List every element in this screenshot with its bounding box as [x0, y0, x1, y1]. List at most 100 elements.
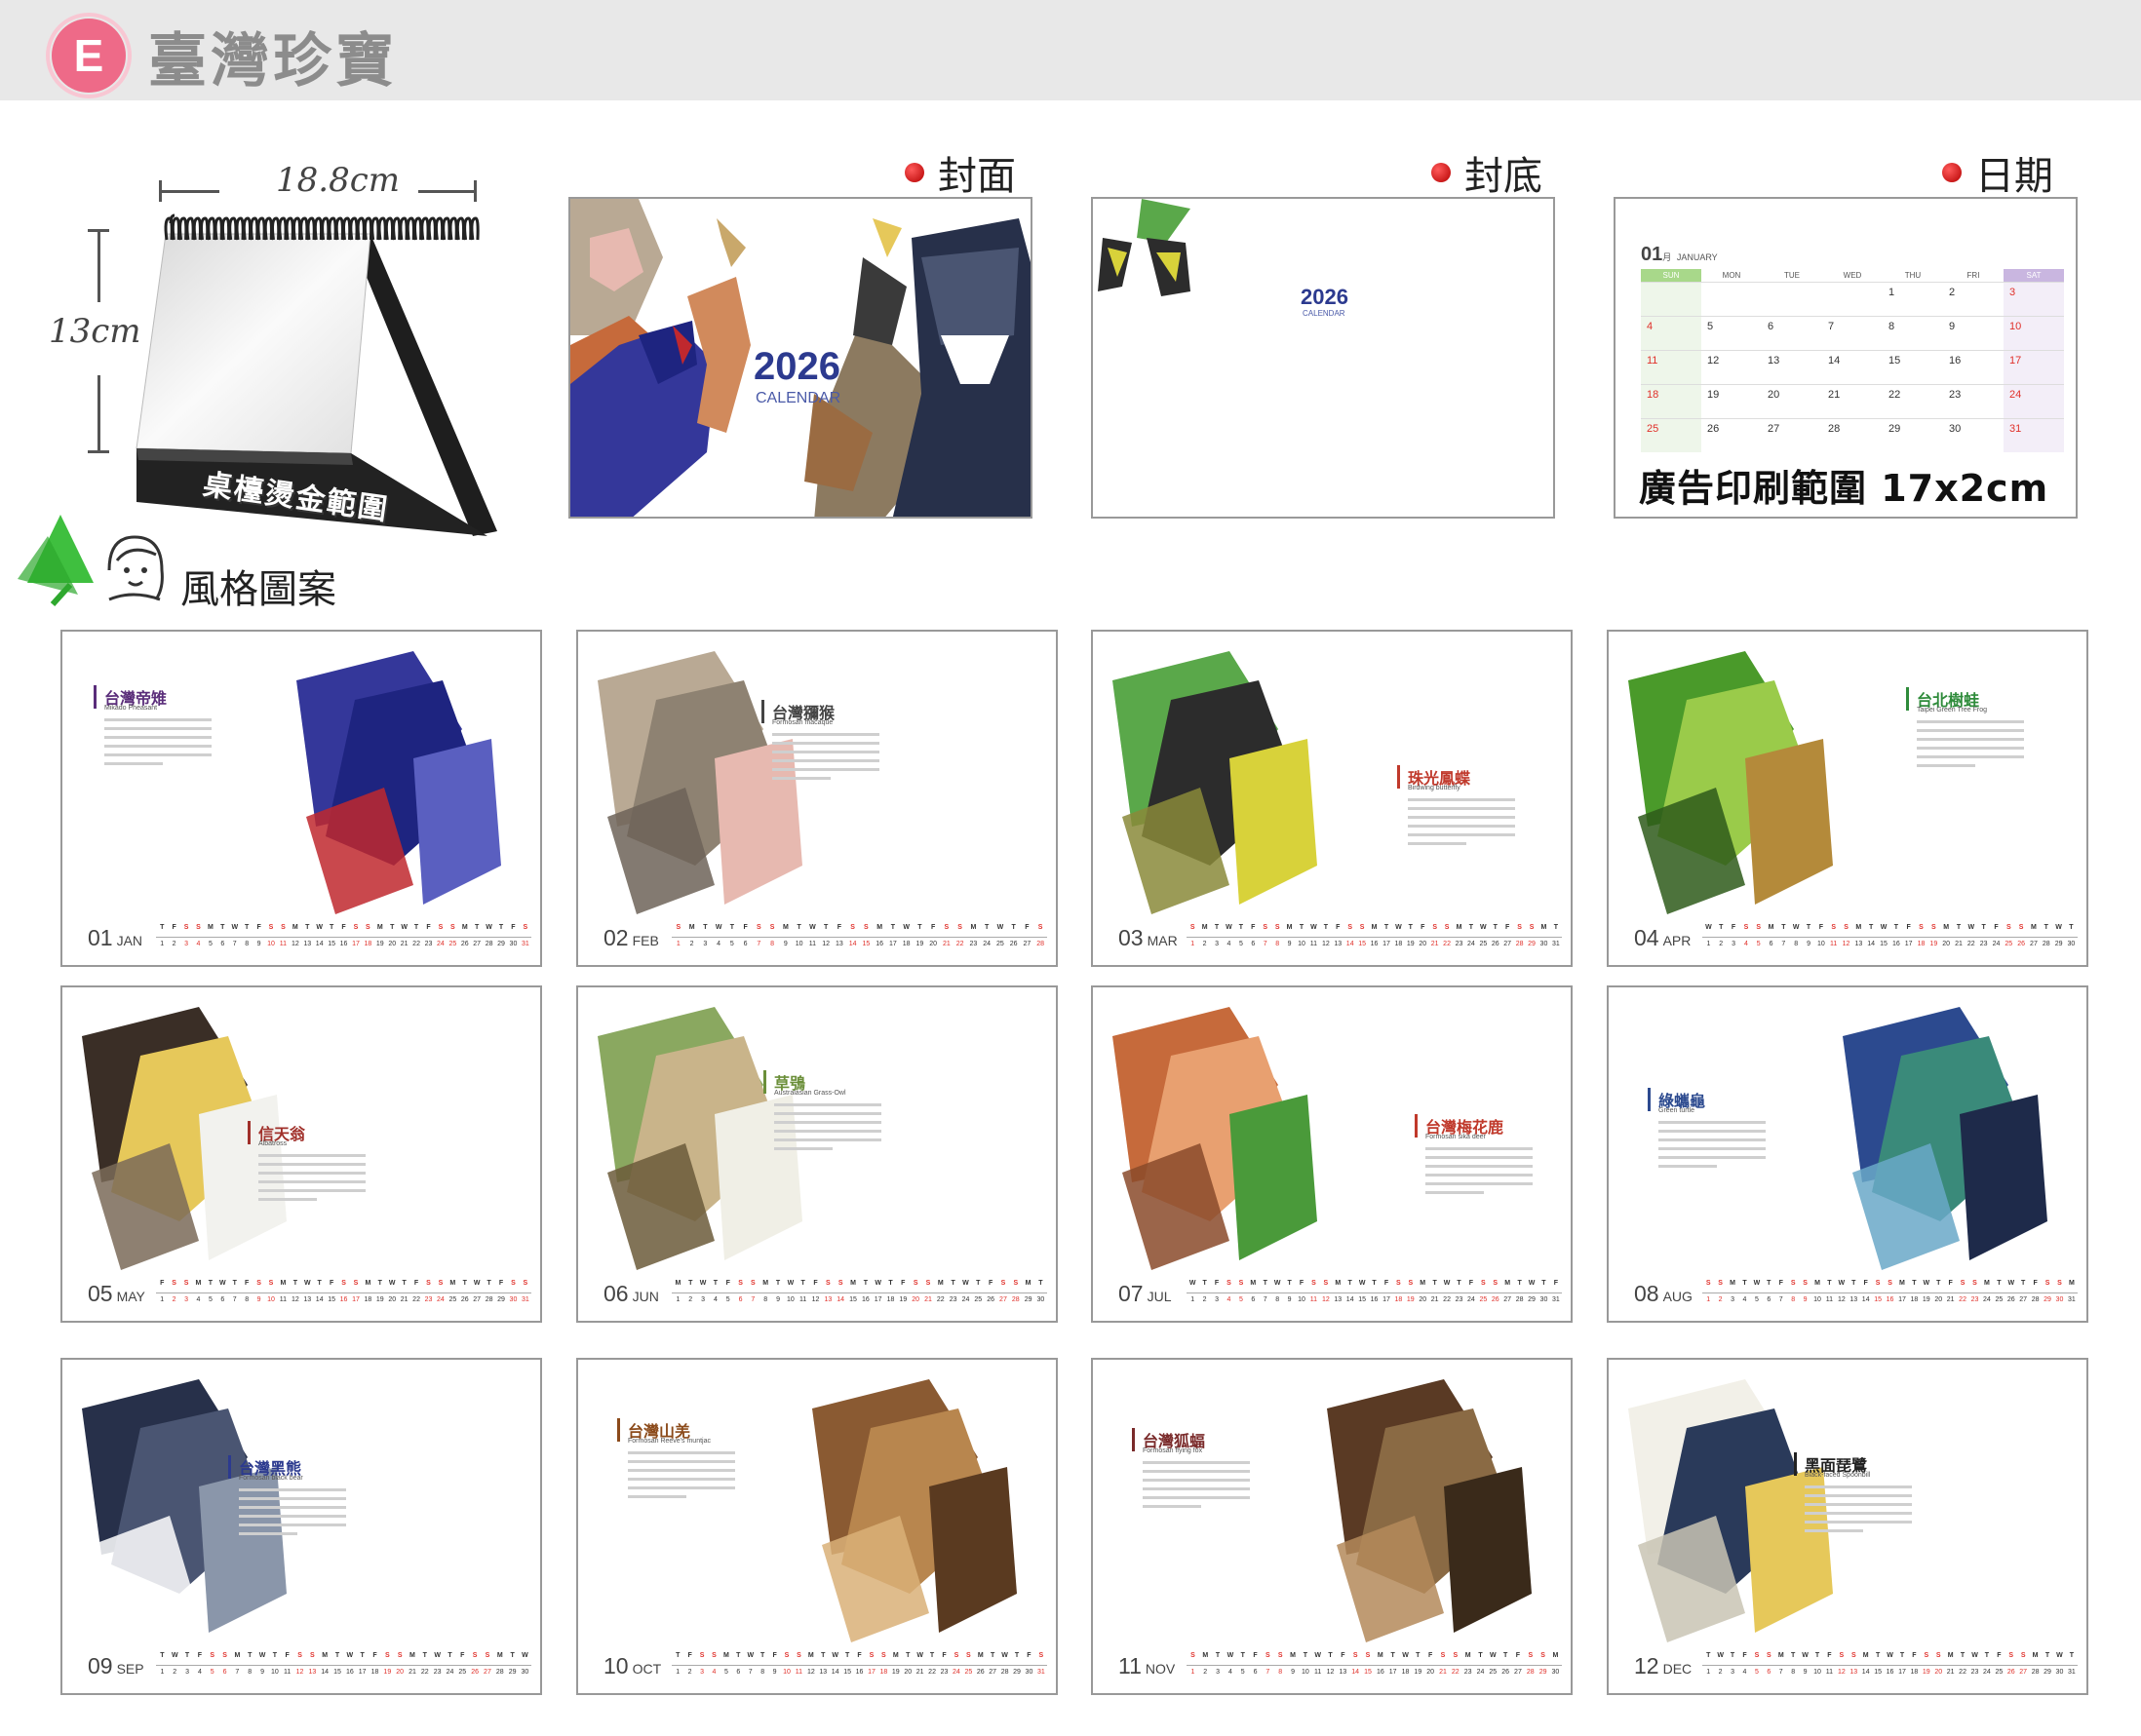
date-cell: 26 — [1701, 418, 1762, 452]
date-strip: TWTFSSMTWTFSSMTWTFSSMTWTFSSMTW1234567891… — [156, 1652, 531, 1681]
date-cell: 9 — [1943, 316, 2004, 350]
description-text-block — [1143, 1461, 1250, 1514]
date-cell: 18 — [1641, 384, 1701, 418]
date-cell: 30 — [1943, 418, 2004, 452]
month-label: 01 JAN — [88, 925, 143, 950]
month-label: 12 DEC — [1634, 1653, 1693, 1678]
header-bar: E 臺灣珍寶 — [0, 0, 2141, 100]
month-card: 草鴞 Australasian Grass-Owl 06 JUN M T W T F S S M T W T… — [576, 985, 1058, 1323]
cover-preview: 2026 CALENDAR — [568, 197, 1032, 519]
ad-print-area-label: 廣告印刷範圍 17x2cm — [1639, 467, 2049, 510]
date-strip: TWTFSSMTWTFSSMTWTFSSMTWTFSSMTWT123456789… — [1702, 1652, 2078, 1681]
animal-name-en: Black-faced Spoonbill — [1805, 1472, 1871, 1479]
height-dimension: 13cm — [49, 229, 141, 453]
animal-name-en: Green turtle — [1658, 1107, 1694, 1114]
date-strip: WTFSSMTWTFSSMTWTFSSMTWTFSSMTWT1234567891… — [1702, 924, 2078, 953]
date-cell: 23 — [1943, 384, 2004, 418]
month-card: 台灣狐蝠 Formosan flying fox 11 NOV S M T W T F S S M T W T… — [1091, 1358, 1573, 1695]
date-cell: 14 — [1822, 350, 1883, 384]
cover-section-label: 封面 — [905, 144, 1016, 201]
series-badge: E — [52, 19, 126, 93]
date-cell: 11 — [1641, 350, 1701, 384]
month-card: 台灣帝雉 Mikado Pheasant 01 JAN T F S S M T W T F S S M T W T F… — [60, 630, 542, 967]
description-text-block — [1425, 1147, 1533, 1200]
animal-illustration — [1112, 651, 1317, 914]
animal-illustration — [296, 651, 501, 914]
weekday-label: TUE — [1784, 271, 1800, 280]
width-dimension: 18.8cm — [159, 161, 477, 202]
month-label: 08 AUG — [1634, 1281, 1693, 1306]
date-cell: 15 — [1883, 350, 1943, 384]
month-card: 信天翁 Albatross 05 MAY F S S M T W T F S S M T W T F S S M T W T F S… — [60, 985, 542, 1323]
date-cell: 13 — [1762, 350, 1822, 384]
date-cell: 10 — [2004, 316, 2064, 350]
month-card: 黑面琵鷺 Black-faced Spoonbill 12 DEC T W T F S S M T W T… — [1607, 1358, 2088, 1695]
date-cell: 6 — [1762, 316, 1822, 350]
date-cell: 21 — [1822, 384, 1883, 418]
date-section-label: 日期 — [1942, 144, 2053, 201]
animal-illustration — [812, 1379, 1017, 1642]
tree-icon — [18, 515, 94, 607]
weekday-header-row: SUN MON TUE WED THU FRI SAT — [1641, 269, 2064, 282]
month-label: 10 OCT — [603, 1653, 662, 1678]
date-cell: 2 — [1943, 282, 2004, 316]
month-card: 台灣黑熊 Formosan black bear 09 SEP T W T F S S M T W T F S… — [60, 1358, 542, 1695]
description-text-block — [1408, 798, 1515, 851]
weekday-label: THU — [1904, 271, 1922, 280]
month-label: 05 MAY — [88, 1281, 145, 1306]
date-strip: TFSSMTWTFSSMTWTFSSMTWTFSSMTWTFS123456789… — [156, 924, 531, 953]
style-pattern-label: 風格圖案 — [180, 567, 336, 612]
page-title: 臺灣珍寶 — [148, 27, 398, 96]
girl-face-icon — [107, 535, 164, 601]
description-text-block — [628, 1451, 735, 1504]
animal-name-en: Albatross — [258, 1140, 288, 1147]
date-cell: 16 — [1943, 350, 2004, 384]
animal-name-en: Formosan sika deer — [1425, 1134, 1486, 1140]
date-cell — [1701, 282, 1762, 316]
weekday-label: MON — [1722, 271, 1741, 280]
date-cell: 19 — [1701, 384, 1762, 418]
butterfly-art — [1098, 199, 1190, 296]
date-cell: 25 — [1641, 418, 1701, 452]
date-grid: SUN MON TUE WED THU FRI SAT 1 2 3 4 5 6 7 8 9 10 11 12 13 1… — [1641, 269, 2064, 452]
date-cell: 28 — [1822, 418, 1883, 452]
date-strip: SMTWTFSSMTWTFSSMTWTFSSMTWTFSSM1234567891… — [1187, 1652, 1562, 1681]
date-cell: 12 — [1701, 350, 1762, 384]
month-label: 11 NOV — [1118, 1653, 1176, 1678]
red-dot-icon — [1942, 163, 1962, 182]
description-text-block — [239, 1488, 346, 1541]
description-text-block — [1805, 1485, 1912, 1538]
animal-name-en: Formosan macaque — [772, 719, 834, 726]
month-card: 台灣山羌 Formosan Reeve's muntjac 10 OCT T F S S M T W… — [576, 1358, 1058, 1695]
animal-name-en: Formosan Reeve's muntjac — [628, 1438, 711, 1445]
cover-year: 2026 — [754, 345, 840, 388]
date-grid-preview: 01月 JANUARY SUN MON TUE WED THU FRI SAT 123456… — [1614, 197, 2078, 519]
animal-name-en: Australasian Grass-Owl — [774, 1090, 846, 1097]
date-cell: 20 — [1762, 384, 1822, 418]
date-rows: 1 2 3 4 5 6 7 8 9 10 11 12 13 14 15 16 17 18 19 20 21 22 23 24 2… — [1641, 282, 2064, 452]
weekday-label: FRI — [1966, 271, 1980, 280]
month-label: 02 FEB — [603, 925, 659, 950]
date-cell — [1762, 282, 1822, 316]
back-cover-preview: 2026 CALENDAR — [1091, 197, 1555, 519]
date-cell: 27 — [1762, 418, 1822, 452]
back-year: 2026 — [1301, 285, 1348, 309]
date-cell: 1 — [1883, 282, 1943, 316]
description-text-block — [1917, 720, 2024, 773]
month-label: 07 JUL — [1118, 1281, 1172, 1306]
description-text-block — [1658, 1121, 1766, 1174]
description-text-block — [772, 733, 879, 786]
month-card: 綠蠵龜 Green turtle 08 AUG S S M T W T F S S M T W T F S S M T W T… — [1607, 985, 2088, 1323]
animal-name-en: Mikado Pheasant — [104, 705, 158, 712]
date-strip: S M T W T F S S M T W T F S S M T W T F S S M T W T F S 1 2 3 4 5 6 7 8 9 10 1… — [672, 924, 1047, 953]
date-cell: 8 — [1883, 316, 1943, 350]
date-strip: SSMTWTFSSMTWTFSSMTWTFSSMTWTFSSM123456789… — [1702, 1280, 2078, 1309]
date-strip: WTFSSMTWTFSSMTWTFSSMTWTFSSMTWTF123456789… — [1187, 1280, 1562, 1309]
weekday-label: SUN — [1641, 269, 1701, 282]
red-dot-icon — [905, 163, 924, 182]
date-cell — [1822, 282, 1883, 316]
spiral-binding — [164, 216, 480, 241]
back-calendar-text: CALENDAR — [1303, 309, 1345, 318]
back-section-label: 封底 — [1431, 144, 1542, 201]
description-text-block — [104, 718, 212, 771]
